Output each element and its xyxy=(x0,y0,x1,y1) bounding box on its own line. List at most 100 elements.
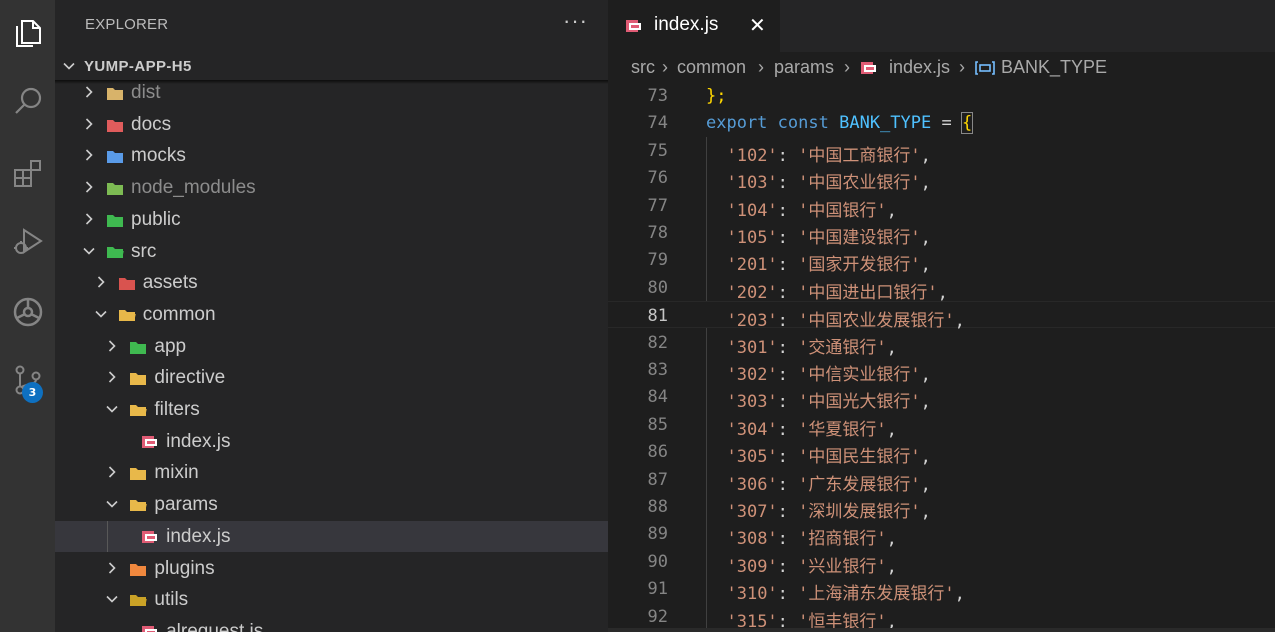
remote-icon xyxy=(13,297,42,327)
tree-item-label: alrequest.js xyxy=(166,620,264,632)
code-token: '309' xyxy=(726,556,778,577)
folder-open-icon xyxy=(130,500,148,512)
code-line: 91 '310': '上海浦东发展银行', xyxy=(608,575,1275,605)
tree-item-label: mixin xyxy=(154,462,199,484)
tree-folder-docs[interactable]: docs xyxy=(55,109,608,140)
breadcrumb-common[interactable]: common xyxy=(677,57,746,78)
line-number: 89 xyxy=(647,524,668,545)
tree-file[interactable]: alrequest.js xyxy=(55,616,608,632)
chevron-right-icon: › xyxy=(662,57,668,77)
code-token: '306' xyxy=(726,474,778,495)
line-number: 79 xyxy=(647,250,668,271)
code-token: '105' xyxy=(726,228,778,248)
code-token: , xyxy=(920,255,931,276)
chevron-down-icon xyxy=(106,405,118,413)
node-modules-folder-icon xyxy=(107,183,123,196)
tree-folder-utils[interactable]: utils xyxy=(55,584,608,615)
extensions-button[interactable] xyxy=(0,145,55,201)
code-token: '兴业银行' xyxy=(798,556,887,577)
code-line: 76 '103': '中国农业银行', xyxy=(608,164,1275,194)
tree-folder-assets[interactable]: assets xyxy=(55,267,608,298)
mocks-folder-icon xyxy=(107,151,123,164)
tree-item-label: directive xyxy=(154,367,226,389)
tree-folder-mocks[interactable]: mocks xyxy=(55,140,608,171)
code-token: '中国银行' xyxy=(798,200,887,221)
code-token: , xyxy=(886,529,897,550)
code-text: '105': '中国建设银行', xyxy=(706,223,930,248)
code-text: '301': '交通银行', xyxy=(706,333,897,358)
tree-folder-common[interactable]: common xyxy=(55,299,608,330)
code-token: , xyxy=(886,419,897,440)
tree-folder-directive[interactable]: directive xyxy=(55,362,608,393)
more-actions-button[interactable]: ··· xyxy=(563,8,588,34)
tab-index-js[interactable]: index.js ✕ xyxy=(608,0,780,52)
tree-file[interactable]: index.js xyxy=(55,426,608,457)
chevron-down-icon xyxy=(95,310,107,318)
tree-folder-mixin[interactable]: mixin xyxy=(55,457,608,488)
code-token: '国家开发银行' xyxy=(798,255,921,276)
code-line: 88 '307': '深圳发展银行', xyxy=(608,493,1275,522)
code-token: : xyxy=(777,447,799,468)
tree-folder-app[interactable]: app xyxy=(55,331,608,362)
chevron-right-icon xyxy=(109,466,117,478)
tree-folder-plugins[interactable]: plugins xyxy=(55,553,608,584)
code-text: '202': '中国进出口银行', xyxy=(706,278,947,303)
tab-label: index.js xyxy=(654,14,719,35)
chevron-right-icon: › xyxy=(844,57,850,77)
tree-folder-node-modules[interactable]: node_modules xyxy=(55,172,608,203)
code-token: '104' xyxy=(726,200,778,221)
chevron-right-icon xyxy=(109,561,117,574)
breadcrumb-file[interactable]: index.js xyxy=(889,57,950,78)
chevron-right-icon xyxy=(85,213,93,225)
tree-file[interactable]: index.js xyxy=(55,520,608,552)
explorer-button[interactable] xyxy=(0,5,55,61)
code-token: = xyxy=(931,113,962,134)
chevron-right-icon xyxy=(109,340,117,352)
chevron-right-icon xyxy=(85,118,93,130)
code-editor[interactable]: 73}; 74 export const BANK_TYPE = {75 '102'… xyxy=(608,82,1275,632)
line-number: 81 xyxy=(647,306,668,327)
symbol-variable-icon xyxy=(975,61,995,75)
code-token: , xyxy=(954,584,965,605)
chevron-right-icon: › xyxy=(959,57,965,77)
tree-folder-filters[interactable]: filters xyxy=(55,394,608,425)
run-debug-button[interactable] xyxy=(0,213,55,269)
line-number: 82 xyxy=(647,332,668,353)
tree-folder-public[interactable]: public xyxy=(55,204,608,235)
tree-folder-params[interactable]: params xyxy=(55,489,608,520)
code-line: 83 '302': '中信实业银行', xyxy=(608,356,1275,385)
close-icon[interactable]: ✕ xyxy=(749,13,766,38)
tree-item-label: dist xyxy=(131,82,161,103)
dist-folder-icon xyxy=(107,88,123,100)
tree-folder-src[interactable]: src xyxy=(55,236,608,267)
line-number: 90 xyxy=(647,551,668,572)
editor-area: index.js ✕ src › common › params › index… xyxy=(608,0,1275,632)
code-text: '307': '深圳发展银行', xyxy=(706,497,930,522)
chevron-right-icon xyxy=(85,149,93,161)
code-line: 86 '305': '中国民生银行', xyxy=(608,438,1275,468)
code-token: { xyxy=(960,112,974,135)
breadcrumb-symbol[interactable]: BANK_TYPE xyxy=(1001,57,1107,78)
breadcrumb-src[interactable]: src xyxy=(631,57,655,78)
code-token: '103' xyxy=(726,173,778,194)
search-button[interactable] xyxy=(0,74,55,130)
code-line: 81 '203': '中国农业发展银行', xyxy=(608,301,1275,331)
chevron-right-icon xyxy=(85,86,93,98)
code-token: : xyxy=(777,584,799,605)
activity-bar: 3 xyxy=(0,0,55,632)
code-token: '中国进出口银行' xyxy=(798,282,938,303)
remote-button[interactable] xyxy=(0,284,55,340)
code-token: , xyxy=(886,337,897,358)
line-number: 76 xyxy=(647,168,668,189)
breadcrumb-params[interactable]: params xyxy=(774,57,834,78)
horizontal-scrollbar[interactable] xyxy=(608,628,1275,632)
code-line: 82 '301': '交通银行', xyxy=(608,329,1275,358)
